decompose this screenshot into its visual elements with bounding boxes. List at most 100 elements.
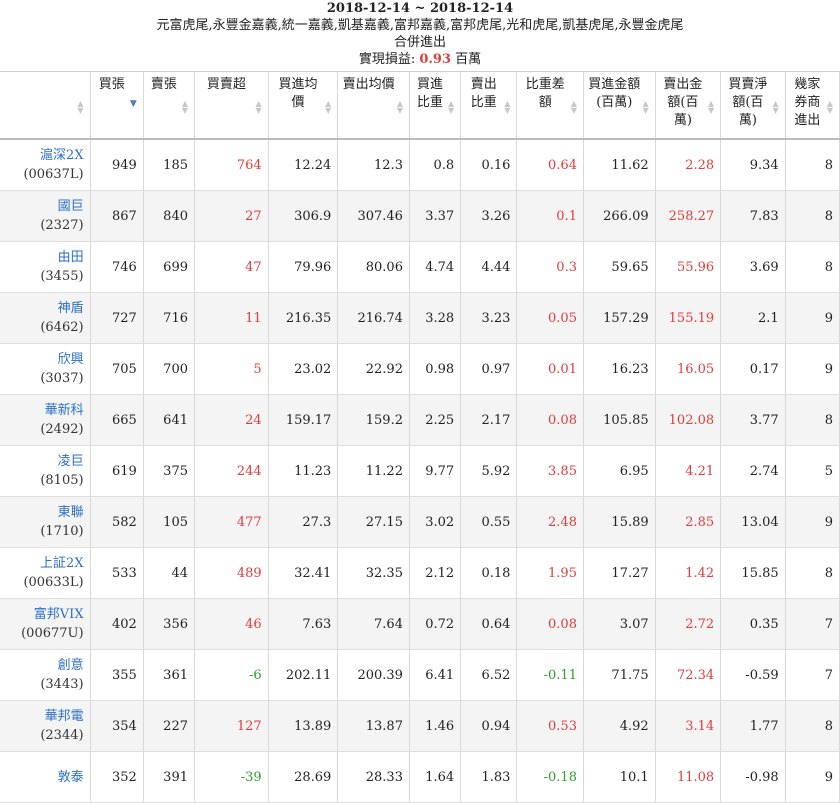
stock-name-link[interactable]: 華邦電 [6, 707, 84, 726]
cell-sell-avg: 28.33 [337, 751, 410, 803]
stock-code: (2344) [40, 728, 84, 743]
column-header-ratio-diff[interactable]: 比重差額 ▲ ▼ [516, 71, 584, 140]
cell-sell: 391 [143, 751, 196, 803]
cell-buy-ratio: 0.98 [409, 343, 462, 395]
sort-icon[interactable]: ▲ ▼ [571, 100, 577, 115]
cell-buy-avg: 32.41 [268, 547, 339, 599]
column-header-brokers[interactable]: 幾家券商進出 ▲ ▼ [785, 71, 840, 140]
cell-sell-amt: 4.21 [655, 445, 722, 497]
cell-buy: 665 [90, 394, 144, 446]
cell-net: 489 [194, 547, 269, 599]
column-header-stock[interactable]: ▲ ▼ [0, 71, 91, 140]
report-subtitle: 合併進出 [393, 35, 446, 50]
cell-buy-ratio: 3.28 [409, 292, 462, 344]
cell-buy-amt: 17.27 [583, 547, 656, 599]
cell-buy-amt: 11.62 [583, 139, 656, 191]
column-header-net-amt[interactable]: 買賣淨額(百萬) ▲ ▼ [720, 71, 786, 140]
cell-net: 46 [194, 598, 269, 650]
table-row: 滬深2X (00637L) 949 185 764 12.24 12.3 0.8 0.16 0.6… [0, 139, 840, 191]
stock-name-link[interactable]: 國巨 [6, 197, 84, 216]
cell-net-amt: -0.59 [720, 649, 786, 701]
cell-buy: 619 [90, 445, 144, 497]
cell-buy-amt: 157.29 [583, 292, 656, 344]
stock-code: (2327) [40, 218, 84, 233]
cell-buy-ratio: 9.77 [409, 445, 462, 497]
column-header-buy-ratio[interactable]: 買進比重 ▲ ▼ [409, 71, 462, 140]
column-header-sell-amt[interactable]: 賣出金額(百萬) ▲ ▼ [655, 71, 722, 140]
sort-icon[interactable]: ▲ ▼ [256, 100, 262, 115]
stock-cell: 凌巨 (8105) [0, 445, 91, 497]
column-header-buy-amt[interactable]: 買進金額(百萬) ▲ ▼ [583, 71, 656, 140]
stock-name-link[interactable]: 創意 [6, 656, 84, 675]
cell-sell-avg: 22.92 [337, 343, 410, 395]
table-row: 由田 (3455) 746 699 47 79.96 80.06 4.74 4.44 0.3 59.… [0, 241, 840, 293]
cell-ratio-diff: -0.18 [516, 751, 584, 803]
stock-name-link[interactable]: 富邦VIX [6, 605, 84, 624]
sort-icon[interactable]: ▲ ▼ [448, 100, 454, 115]
column-header-buy[interactable]: 買張 ▼ [90, 71, 144, 140]
cell-sell-amt: 11.08 [655, 751, 722, 803]
cell-sell-avg: 159.2 [337, 394, 410, 446]
stock-name-link[interactable]: 神盾 [6, 299, 84, 318]
cell-sell-ratio: 4.44 [460, 241, 518, 293]
stock-code: (3443) [40, 677, 84, 692]
cell-sell-amt: 2.28 [655, 139, 722, 191]
cell-sell: 375 [143, 445, 196, 497]
cell-ratio-diff: 2.48 [516, 496, 584, 548]
stock-name-link[interactable]: 上証2X [6, 554, 84, 573]
sort-icon[interactable]: ▲ ▼ [325, 100, 331, 115]
stock-name-link[interactable]: 敦泰 [6, 768, 84, 787]
stock-name-link[interactable]: 凌巨 [6, 452, 84, 471]
sort-icon[interactable]: ▲ ▼ [397, 100, 403, 115]
cell-ratio-diff: 0.08 [516, 598, 584, 650]
cell-sell: 105 [143, 496, 196, 548]
sort-icon[interactable]: ▲ ▼ [504, 100, 510, 115]
table-row: 東聯 (1710) 582 105 477 27.3 27.15 3.02 0.55 2.48 15… [0, 496, 840, 548]
cell-sell-amt: 2.72 [655, 598, 722, 650]
cell-buy-ratio: 6.41 [409, 649, 462, 701]
stock-name-link[interactable]: 滬深2X [6, 146, 84, 165]
cell-buy: 355 [90, 649, 144, 701]
cell-buy: 949 [90, 139, 144, 191]
cell-sell-amt: 102.08 [655, 394, 722, 446]
cell-sell-ratio: 0.55 [460, 496, 518, 548]
cell-sell: 699 [143, 241, 196, 293]
cell-sell-avg: 7.64 [337, 598, 410, 650]
stock-name-link[interactable]: 東聯 [6, 503, 84, 522]
cell-net-amt: 1.77 [720, 700, 786, 752]
stock-name-link[interactable]: 欣興 [6, 350, 84, 369]
pnl-label: 實現損益: [358, 52, 416, 67]
cell-brokers: 8 [785, 241, 840, 293]
cell-brokers: 9 [785, 751, 840, 803]
cell-buy-avg: 13.89 [268, 700, 339, 752]
stock-cell: 東聯 (1710) [0, 496, 91, 548]
column-header-sell-ratio[interactable]: 賣出比重 ▲ ▼ [460, 71, 518, 140]
cell-buy-amt: 16.23 [583, 343, 656, 395]
sort-icon[interactable]: ▲ ▼ [708, 100, 714, 115]
table-header-row: ▲ ▼ 買張 ▼ 賣張 ▲ ▼ 買賣超 ▲ ▼ 買進均價 ▲ ▼ 賣出均價 ▲ ▼ 買進比重 ▲ ▼ 賣出比重 ▲ ▼ 比重… [0, 71, 840, 140]
cell-buy-ratio: 3.37 [409, 190, 462, 242]
stock-code: (3037) [40, 371, 84, 386]
column-label: 買進金額(百萬) [588, 77, 641, 110]
stock-code: (3455) [40, 269, 84, 284]
stock-code: (2492) [40, 422, 84, 437]
cell-sell-ratio: 5.92 [460, 445, 518, 497]
column-header-sell-avg[interactable]: 賣出均價 ▲ ▼ [337, 71, 410, 140]
column-header-net[interactable]: 買賣超 ▲ ▼ [194, 71, 269, 140]
cell-sell-avg: 27.15 [337, 496, 410, 548]
sort-icon[interactable]: ▲ ▼ [772, 100, 778, 115]
sort-icon[interactable]: ▲ ▼ [182, 100, 188, 115]
column-header-buy-avg[interactable]: 買進均價 ▲ ▼ [268, 71, 339, 140]
stock-name-link[interactable]: 華新科 [6, 401, 84, 420]
sort-icon[interactable]: ▲ ▼ [827, 100, 833, 115]
cell-buy-avg: 202.11 [268, 649, 339, 701]
cell-sell-ratio: 6.52 [460, 649, 518, 701]
sort-desc-icon[interactable]: ▼ [130, 100, 137, 109]
stock-name-link[interactable]: 由田 [6, 248, 84, 267]
cell-net-amt: 0.17 [720, 343, 786, 395]
cell-buy: 867 [90, 190, 144, 242]
column-header-sell[interactable]: 賣張 ▲ ▼ [143, 71, 196, 140]
sort-icon[interactable]: ▲ ▼ [77, 100, 83, 115]
sort-icon[interactable]: ▲ ▼ [642, 100, 648, 115]
cell-buy-amt: 105.85 [583, 394, 656, 446]
